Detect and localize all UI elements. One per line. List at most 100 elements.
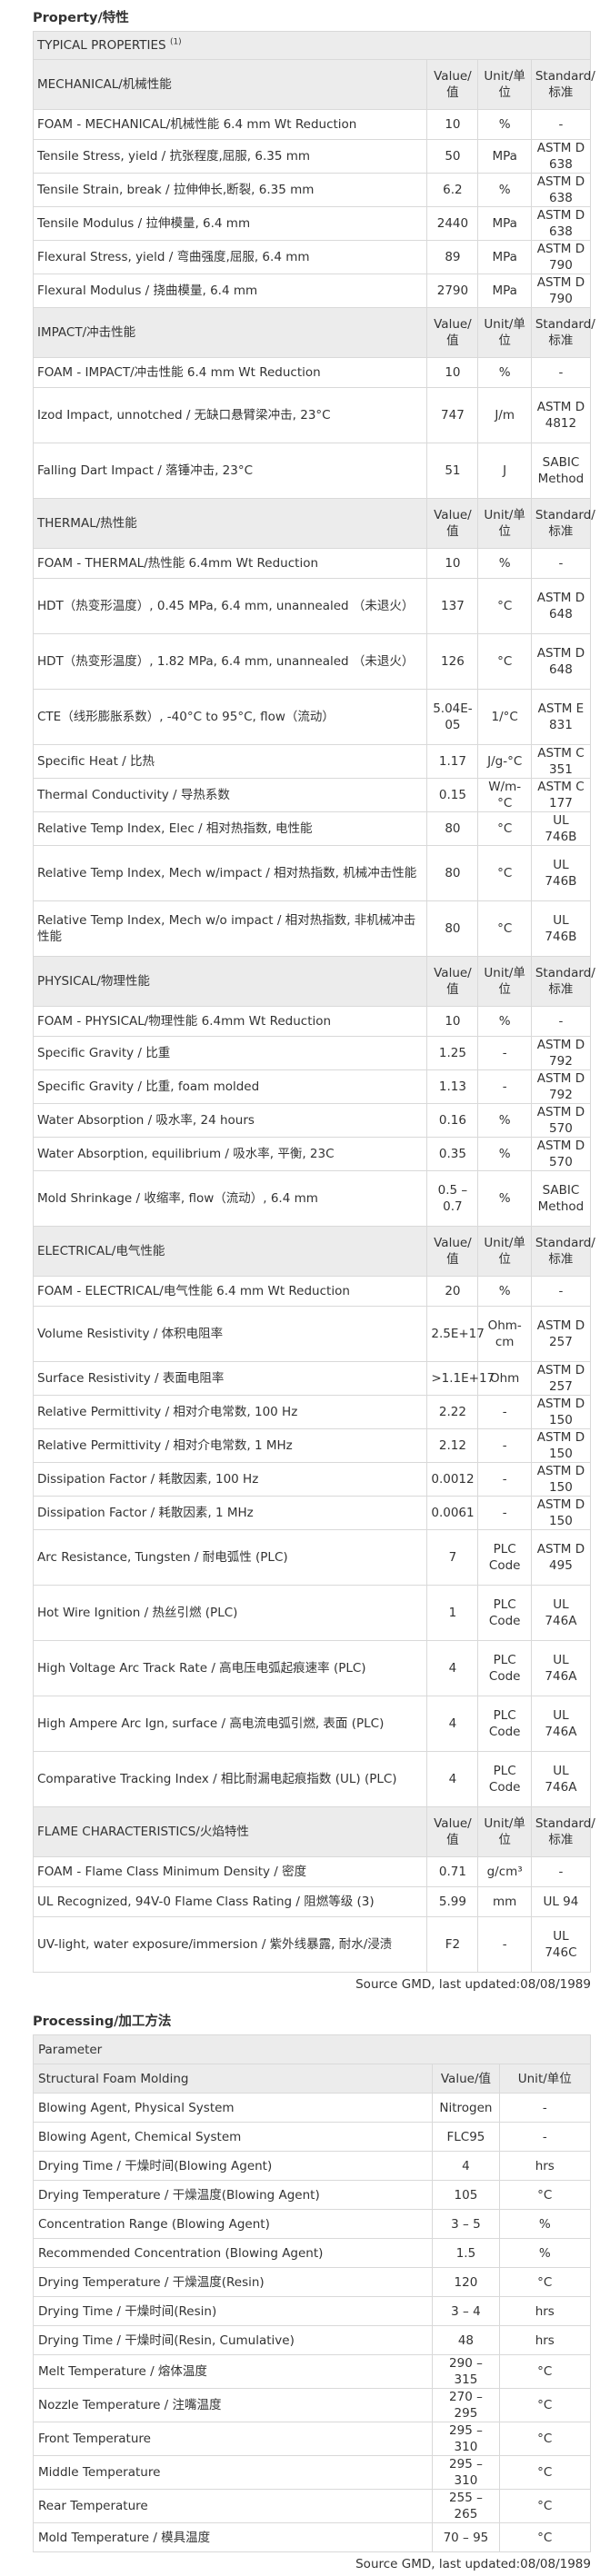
property-value: 2440 bbox=[426, 206, 479, 241]
property-name: Flexural Stress, yield / 弯曲强度,屈服, 6.4 mm bbox=[32, 240, 428, 274]
property-name: Comparative Tracking Index / 相比耐漏电起痕指数 (… bbox=[32, 1751, 428, 1807]
property-standard: ASTM E 831 bbox=[530, 689, 592, 745]
parameter-unit: °C bbox=[498, 2180, 592, 2210]
property-value: 10 bbox=[426, 109, 479, 140]
table-row: Relative Temp Index, Mech w/o impact / 相… bbox=[32, 900, 592, 957]
processing-method-label: Structural Foam Molding bbox=[32, 2064, 434, 2094]
property-name: Relative Temp Index, Elec / 相对热指数, 电性能 bbox=[32, 811, 428, 846]
property-standard: ASTM D 792 bbox=[530, 1069, 592, 1104]
property-unit: PLC Code bbox=[477, 1696, 532, 1752]
col-standard-header: Standard/标准 bbox=[530, 956, 595, 1007]
property-unit: % bbox=[477, 357, 532, 388]
property-unit: °C bbox=[477, 845, 532, 901]
processing-parameter-header: Parameter bbox=[33, 2034, 591, 2064]
table-row: Falling Dart Impact / 落锤冲击, 23°C 51 J SABIC… bbox=[32, 443, 592, 499]
table-row: HDT（热变形温度）, 1.82 MPa, 6.4 mm, unannealed… bbox=[32, 633, 592, 690]
table-row: Blowing Agent, Physical System Nitrogen - bbox=[32, 2093, 592, 2123]
col-value-header: Value/值 bbox=[426, 956, 479, 1007]
parameter-name: Concentration Range (Blowing Agent) bbox=[32, 2209, 434, 2239]
property-name: Falling Dart Impact / 落锤冲击, 23°C bbox=[32, 443, 428, 499]
property-standard: ASTM D 790 bbox=[530, 240, 592, 274]
col-value-header: Value/值 bbox=[426, 1226, 479, 1277]
property-unit: % bbox=[477, 109, 532, 140]
property-unit: - bbox=[477, 1069, 532, 1104]
property-unit: - bbox=[477, 1036, 532, 1070]
property-standard: SABIC Method bbox=[530, 1170, 592, 1227]
parameter-name: Drying Temperature / 干燥温度(Blowing Agent) bbox=[32, 2180, 434, 2210]
property-standard: UL 746C bbox=[530, 1916, 592, 1973]
table-row: Arc Resistance, Tungsten / 耐电弧性 (PLC) 7 PL… bbox=[32, 1529, 592, 1586]
property-name: FOAM - ELECTRICAL/电气性能 6.4 mm Wt Reducti… bbox=[32, 1276, 428, 1307]
table-row: Front Temperature 295 – 310 °C bbox=[32, 2422, 592, 2456]
property-value: 0.0012 bbox=[426, 1462, 479, 1497]
property-value: 10 bbox=[426, 357, 479, 388]
property-value: 80 bbox=[426, 900, 479, 957]
property-name: HDT（热变形温度）, 1.82 MPa, 6.4 mm, unannealed… bbox=[32, 633, 428, 690]
parameter-unit: % bbox=[498, 2238, 592, 2268]
col-standard-header: Standard/标准 bbox=[530, 307, 595, 358]
property-value: 2790 bbox=[426, 274, 479, 308]
property-standard: ASTM D 790 bbox=[530, 274, 592, 308]
parameter-unit: °C bbox=[498, 2267, 592, 2297]
property-value: 0.16 bbox=[426, 1103, 479, 1138]
table-row: FOAM - MECHANICAL/机械性能 6.4 mm Wt Reducti… bbox=[32, 109, 592, 140]
property-unit: MPa bbox=[477, 240, 532, 274]
property-name: HDT（热变形温度）, 0.45 MPa, 6.4 mm, unannealed… bbox=[32, 578, 428, 634]
table-row: Tensile Stress, yield / 抗张程度,屈服, 6.35 mm… bbox=[32, 139, 592, 174]
parameter-name: Drying Time / 干燥时间(Resin, Cumulative) bbox=[32, 2325, 434, 2355]
property-name: FOAM - Flame Class Minimum Density / 密度 bbox=[32, 1856, 428, 1887]
table-row: Dissipation Factor / 耗散因素, 1 MHz 0.0061- A… bbox=[32, 1496, 592, 1530]
table-row: Drying Temperature / 干燥温度(Resin) 120 °C bbox=[32, 2267, 592, 2297]
property-value: 80 bbox=[426, 811, 479, 846]
col-unit-header: Unit/单位 bbox=[477, 956, 532, 1007]
property-name: Thermal Conductivity / 导热系数 bbox=[32, 778, 428, 812]
table-row: Hot Wire Ignition / 热丝引燃 (PLC) 1 PLC Code U… bbox=[32, 1585, 592, 1641]
property-name: Specific Gravity / 比重, foam molded bbox=[32, 1069, 428, 1104]
property-standard: ASTM D 638 bbox=[530, 173, 592, 207]
property-value: 5.99 bbox=[426, 1886, 479, 1917]
table-row: CTE（线形膨胀系数）, -40°C to 95°C, flow（流动） 5.04… bbox=[32, 689, 592, 745]
property-value: 51 bbox=[426, 443, 479, 499]
property-value: 747 bbox=[426, 387, 479, 443]
property-unit: Ohm-cm bbox=[477, 1306, 532, 1362]
parameter-name: Melt Temperature / 熔体温度 bbox=[32, 2354, 434, 2389]
property-value: 10 bbox=[426, 1006, 479, 1037]
group-name: THERMAL/热性能 bbox=[32, 498, 428, 549]
property-name: Surface Resistivity / 表面电阻率 bbox=[32, 1361, 428, 1396]
parameter-unit: - bbox=[498, 2093, 592, 2123]
property-name: Water Absorption / 吸水率, 24 hours bbox=[32, 1103, 428, 1138]
parameter-name: Blowing Agent, Chemical System bbox=[32, 2122, 434, 2152]
table-row: Mold Temperature / 模具温度 70 – 95 °C bbox=[32, 2522, 592, 2552]
table-row: Tensile Modulus / 拉伸模量, 6.4 mm 2440 MPa AST… bbox=[32, 206, 592, 241]
property-unit: % bbox=[477, 1006, 532, 1037]
property-standard: ASTM D 495 bbox=[530, 1529, 592, 1586]
property-name: Volume Resistivity / 体积电阻率 bbox=[32, 1306, 428, 1362]
property-unit: °C bbox=[477, 578, 532, 634]
property-value: 4 bbox=[426, 1696, 479, 1752]
property-value: 10 bbox=[426, 548, 479, 579]
property-unit: % bbox=[477, 1170, 532, 1227]
property-unit: °C bbox=[477, 811, 532, 846]
property-value: 2.5E+17 bbox=[426, 1306, 485, 1362]
parameter-value: 48 bbox=[432, 2325, 500, 2355]
parameter-value: 295 – 310 bbox=[432, 2455, 500, 2490]
property-name: UL Recognized, 94V-0 Flame Class Rating … bbox=[32, 1886, 428, 1917]
processing-col-unit: Unit/单位 bbox=[498, 2064, 592, 2094]
property-value: 1.13 bbox=[426, 1069, 479, 1104]
property-name: Izod Impact, unnotched / 无缺口悬臂梁冲击, 23°C bbox=[32, 387, 428, 443]
property-name: FOAM - MECHANICAL/机械性能 6.4 mm Wt Reducti… bbox=[32, 109, 428, 140]
processing-table: Parameter Structural Foam Molding Value/… bbox=[32, 2034, 592, 2552]
table-row: High Ampere Arc Ign, surface / 高电流电弧引燃, … bbox=[32, 1696, 592, 1752]
parameter-unit: °C bbox=[498, 2388, 592, 2422]
col-value-header: Value/值 bbox=[426, 498, 479, 549]
property-value: 89 bbox=[426, 240, 479, 274]
table-row: Water Absorption, equilibrium / 吸水率, 平衡,… bbox=[32, 1137, 592, 1171]
property-standard: UL 746B bbox=[530, 845, 592, 901]
parameter-name: Nozzle Temperature / 注嘴温度 bbox=[32, 2388, 434, 2422]
table-row: Specific Gravity / 比重, foam molded 1.13- A… bbox=[32, 1069, 592, 1104]
table-row: Mold Shrinkage / 收缩率, flow（流动）, 6.4 mm 0.… bbox=[32, 1170, 592, 1227]
col-unit-header: Unit/单位 bbox=[477, 1226, 532, 1277]
property-name: Water Absorption, equilibrium / 吸水率, 平衡,… bbox=[32, 1137, 428, 1171]
parameter-unit: hrs bbox=[498, 2151, 592, 2181]
property-name: FOAM - IMPACT/冲击性能 6.4 mm Wt Reduction bbox=[32, 357, 428, 388]
